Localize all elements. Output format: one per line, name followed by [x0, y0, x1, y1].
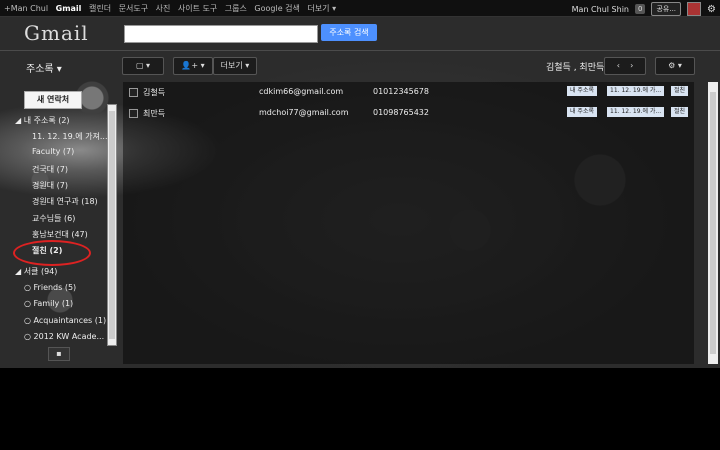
table-row[interactable]: 김철득 cdkim66@gmail.com 01012345678 내 주소록 … [123, 82, 694, 102]
label-chip[interactable]: 내 주소록 [567, 86, 597, 96]
contact-list: 김철득 cdkim66@gmail.com 01012345678 내 주소록 … [123, 82, 694, 364]
contact-phone: 01098765432 [373, 108, 429, 117]
nav-calendar[interactable]: 캘린더 [89, 4, 111, 13]
sidebar-circle-family[interactable]: ○ Family (1) [24, 299, 73, 308]
notification-badge[interactable]: 0 [635, 4, 646, 14]
checkbox-icon: ▢ ▾ [135, 61, 151, 70]
annotation-circle [13, 240, 91, 266]
google-top-bar: +Man Chul Gmail 캘린더 문서도구 사진 사이트 도구 그룹스 G… [0, 0, 720, 17]
sidebar-item-professors[interactable]: 교수님들 (6) [32, 213, 75, 224]
header-divider [0, 50, 720, 51]
sidebar-item-faculty[interactable]: Faculty (7) [32, 147, 74, 156]
app-frame: +Man Chul Gmail 캘린더 문서도구 사진 사이트 도구 그룹스 G… [0, 0, 720, 368]
sidebar-item-kyungwon-research[interactable]: 경원대 연구과 (18) [32, 196, 98, 207]
row-checkbox[interactable] [129, 109, 138, 118]
settings-button[interactable]: ⚙ ▾ [655, 57, 695, 75]
chat-icon[interactable]: ▪ [48, 347, 70, 361]
settings-gear-icon: ⚙ ▾ [668, 61, 682, 70]
sidebar: 새 연락처 ◢ 내 주소록 (2) 11. 12. 19.에 가져... Fac… [0, 85, 118, 368]
row-checkbox[interactable] [129, 88, 138, 97]
nav-profile[interactable]: +Man Chul [4, 4, 48, 13]
scrollbar-thumb[interactable] [710, 92, 716, 354]
pager[interactable]: ‹ › [604, 57, 646, 75]
selected-contacts-label: 김철득 , 최만득 [546, 63, 605, 73]
gear-icon[interactable]: ⚙ [707, 4, 716, 15]
circle-icon: ○ [24, 316, 34, 325]
sidebar-circle-acquaintances[interactable]: ○ Acquaintances (1) [24, 316, 106, 325]
scrollbar-thumb[interactable] [109, 111, 115, 339]
circle-icon: ○ [24, 283, 34, 292]
search-contacts-button[interactable]: 주소록 검색 [321, 24, 377, 41]
sidebar-item-kyungwon[interactable]: 경원대 (7) [32, 180, 68, 191]
circle-label: Acquaintances (1) [33, 316, 107, 325]
circle-label: Friends (5) [33, 283, 77, 292]
avatar[interactable] [687, 2, 702, 16]
contact-phone: 01012345678 [373, 87, 429, 96]
sidebar-item-hongnam[interactable]: 홍남보건대 (47) [32, 229, 88, 240]
account-area: Man Chul Shin 0 공유... ⚙ [572, 2, 716, 16]
chevron-right-icon[interactable]: › [630, 61, 633, 70]
chevron-left-icon[interactable]: ‹ [617, 61, 620, 70]
sidebar-my-contacts[interactable]: ◢ 내 주소록 (2) [15, 115, 70, 126]
sidebar-circle-kw-academy[interactable]: ○ 2012 KW Acade... [24, 332, 104, 341]
contact-email[interactable]: mdchoi77@gmail.com [259, 108, 348, 117]
contact-email[interactable]: cdkim66@gmail.com [259, 87, 343, 96]
nav-search[interactable]: Google 검색 [254, 4, 299, 13]
sidebar-circle-friends[interactable]: ○ Friends (5) [24, 283, 76, 292]
add-person-icon: 👤+ ▾ [181, 61, 205, 70]
sidebar-scrollbar[interactable] [107, 104, 117, 346]
nav-more[interactable]: 더보기 ▾ [307, 4, 336, 13]
label-chip[interactable]: 내 주소록 [567, 107, 597, 117]
sidebar-item-konkuk[interactable]: 건국대 (7) [32, 164, 68, 175]
sidebar-circles[interactable]: ◢ 서클 (94) [15, 266, 57, 277]
circle-icon: ○ [24, 332, 34, 341]
nav-gmail[interactable]: Gmail [56, 4, 82, 13]
select-all-checkbox[interactable]: ▢ ▾ [122, 57, 164, 75]
sidebar-item-imported[interactable]: 11. 12. 19.에 가져... [32, 131, 108, 142]
main-scrollbar[interactable] [708, 82, 718, 364]
circle-icon: ○ [24, 299, 34, 308]
label-chip[interactable]: 11. 12. 19.에 가... [607, 86, 665, 96]
label-chip[interactable]: 절친 [671, 86, 689, 96]
contact-name[interactable]: 김철득 [143, 87, 165, 98]
circle-label: Family (1) [33, 299, 74, 308]
more-button[interactable]: 더보기 ▾ [213, 57, 257, 75]
nav-photos[interactable]: 사진 [156, 4, 171, 13]
share-button[interactable]: 공유... [651, 2, 682, 16]
add-to-group-button[interactable]: 👤+ ▾ [173, 57, 213, 75]
nav-groups[interactable]: 그룹스 [225, 4, 247, 13]
nav-docs[interactable]: 문서도구 [119, 4, 148, 13]
label-chip[interactable]: 11. 12. 19.에 가... [607, 107, 665, 117]
circle-label: 2012 KW Acade... [33, 332, 105, 341]
label-chip[interactable]: 절친 [671, 107, 689, 117]
gmail-logo[interactable]: Gmail [24, 21, 89, 45]
new-contact-button[interactable]: 새 연락처 [24, 91, 82, 109]
contact-name[interactable]: 최만득 [143, 108, 165, 119]
user-name[interactable]: Man Chul Shin [572, 5, 629, 14]
search-input[interactable] [124, 25, 318, 43]
nav-sites[interactable]: 사이트 도구 [178, 4, 217, 13]
contacts-menu[interactable]: 주소록 ▾ [26, 60, 62, 75]
google-nav: +Man Chul Gmail 캘린더 문서도구 사진 사이트 도구 그룹스 G… [4, 3, 341, 14]
table-row[interactable]: 최만득 mdchoi77@gmail.com 01098765432 내 주소록… [123, 103, 694, 123]
